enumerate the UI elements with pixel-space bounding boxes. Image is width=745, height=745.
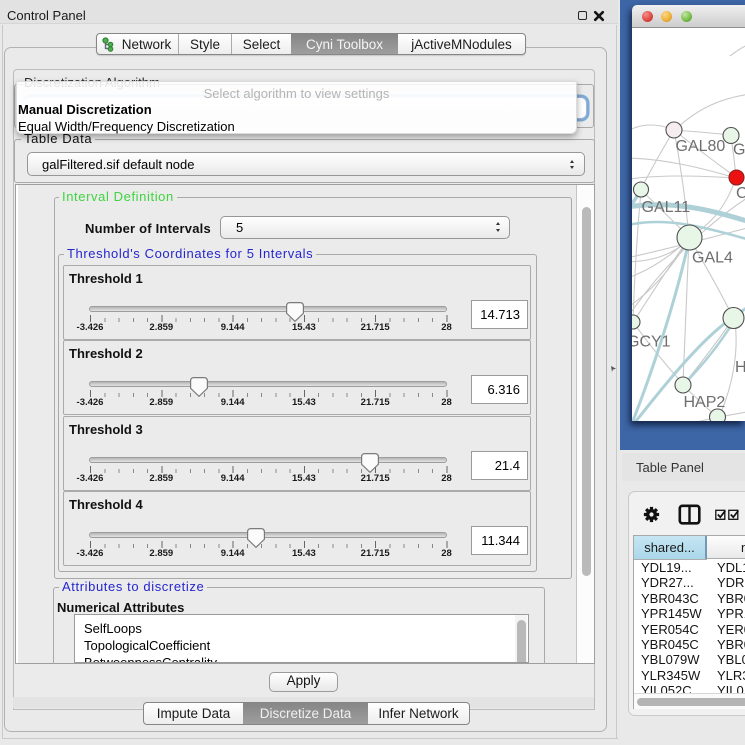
svg-text:GAL11: GAL11 — [642, 199, 691, 216]
svg-text:HAP2: HAP2 — [684, 394, 726, 411]
svg-text:GCY1: GCY1 — [632, 334, 671, 351]
svg-text:HI: HI — [735, 359, 745, 376]
svg-text:GAL: GAL — [733, 142, 745, 159]
svg-text:GAL4: GAL4 — [692, 250, 733, 267]
svg-text:CY: CY — [736, 185, 745, 202]
svg-text:GAL80: GAL80 — [676, 138, 726, 155]
